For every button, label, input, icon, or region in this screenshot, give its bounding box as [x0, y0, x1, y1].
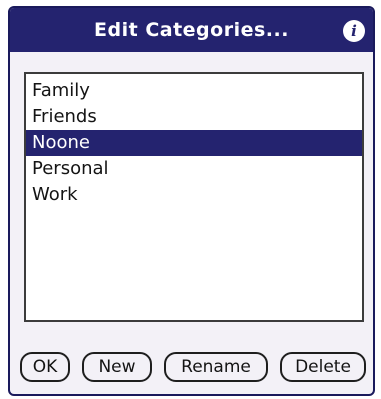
edit-categories-dialog: Edit Categories... i Family Friends Noon… [8, 6, 375, 396]
rename-button[interactable]: Rename [164, 352, 268, 382]
delete-button[interactable]: Delete [280, 352, 366, 382]
list-item-noone[interactable]: Noone [26, 130, 362, 156]
button-row: OK New Rename Delete [10, 352, 373, 384]
list-item-personal[interactable]: Personal [26, 156, 362, 182]
ok-button[interactable]: OK [20, 352, 70, 382]
list-item-family[interactable]: Family [26, 78, 362, 104]
list-item-friends[interactable]: Friends [26, 104, 362, 130]
category-list[interactable]: Family Friends Noone Personal Work [24, 72, 364, 322]
info-icon[interactable]: i [343, 20, 365, 42]
title-bar: Edit Categories... i [10, 8, 373, 52]
new-button[interactable]: New [82, 352, 152, 382]
list-item-work[interactable]: Work [26, 182, 362, 208]
dialog-title: Edit Categories... [94, 19, 289, 41]
